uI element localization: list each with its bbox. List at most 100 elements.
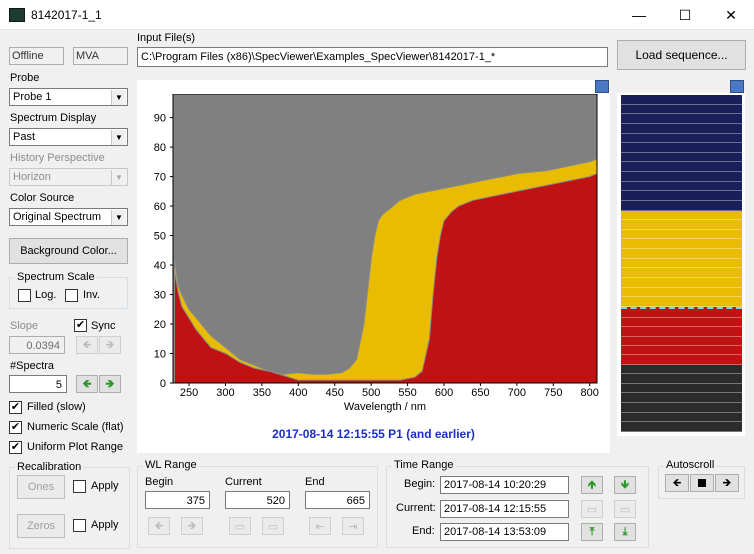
autoscroll-stop-button[interactable] [690, 474, 714, 492]
spectra-decrease-button[interactable]: 🡸 [76, 375, 98, 393]
wl-begin-label: Begin [145, 476, 174, 488]
sync-checkbox[interactable]: ✔ [74, 319, 87, 332]
x-tick-label: 550 [398, 387, 416, 399]
minimize-button[interactable]: — [616, 0, 662, 30]
history-line [621, 104, 742, 115]
history-line [621, 210, 742, 221]
x-tick-label: 400 [289, 387, 307, 399]
time-begin-down-button[interactable]: 🡻 [614, 476, 636, 494]
y-tick-label: 50 [154, 231, 166, 243]
x-tick-label: 300 [216, 387, 234, 399]
wl-current-field[interactable]: 520 [225, 491, 290, 509]
history-line [621, 393, 742, 404]
time-begin-label: Begin: [404, 478, 436, 490]
chevron-down-icon: ▼ [111, 130, 126, 145]
wl-end-label: End [305, 476, 325, 488]
x-tick-label: 650 [471, 387, 489, 399]
time-begin-field[interactable]: 2017-08-14 10:20:29 [440, 476, 569, 494]
background-color-button[interactable]: Background Color... [9, 238, 128, 264]
input-files-field[interactable]: C:\Program Files (x86)\SpecViewer\Exampl… [137, 47, 608, 67]
history-line [621, 95, 742, 105]
ones-apply-checkbox[interactable] [73, 480, 86, 493]
offline-status: Offline [9, 47, 64, 65]
spectra-count-field[interactable]: 5 [9, 375, 67, 393]
filled-checkbox[interactable]: ✔ [9, 401, 22, 414]
history-line [621, 422, 742, 432]
numeric-scale-checkbox[interactable]: ✔ [9, 421, 22, 434]
time-end-label: End: [412, 525, 435, 537]
wl-end-left-button: ⇤ [309, 517, 331, 535]
history-line [621, 229, 742, 240]
x-tick-label: 350 [253, 387, 271, 399]
wl-begin-field[interactable]: 375 [145, 491, 210, 509]
slope-field: 0.0394 [9, 336, 65, 354]
log-label: Log. [35, 289, 57, 301]
chevron-down-icon: ▼ [111, 210, 126, 225]
history-line [621, 306, 742, 319]
spectra-increase-button[interactable]: 🡺 [99, 375, 121, 393]
time-end-up-button[interactable]: ⤒ [581, 523, 603, 541]
history-line [621, 239, 742, 250]
time-end-field[interactable]: 2017-08-14 13:53:09 [440, 523, 569, 541]
y-tick-label: 30 [154, 290, 166, 302]
probe-label: Probe [10, 72, 40, 84]
load-sequence-button[interactable]: Load sequence... [617, 40, 746, 70]
chart-caption: 2017-08-14 12:15:55 P1 (and earlier) [272, 427, 475, 441]
history-export-icon[interactable] [730, 80, 744, 93]
y-tick-label: 70 [154, 172, 166, 184]
history-line [621, 346, 742, 356]
history-line [621, 277, 742, 288]
time-end-down-button[interactable]: ⤓ [614, 523, 636, 541]
spectrum-scale-title: Spectrum Scale [15, 271, 97, 283]
history-strip[interactable] [621, 95, 742, 432]
time-begin-up-button[interactable]: 🡹 [581, 476, 603, 494]
history-line [621, 200, 742, 211]
autoscroll-forward-button[interactable]: 🡺 [715, 474, 739, 492]
title-bar: 8142017-1_1 — ☐ ✕ [0, 0, 754, 30]
spectrum-display-value: Past [13, 131, 36, 143]
time-current-field[interactable]: 2017-08-14 12:15:55 [440, 500, 569, 518]
x-tick-label: 500 [362, 387, 380, 399]
uniform-range-label: Uniform Plot Range [27, 441, 123, 453]
history-line [621, 318, 742, 328]
uniform-range-checkbox[interactable]: ✔ [9, 441, 22, 454]
history-line [621, 191, 742, 201]
probe-select[interactable]: Probe 1 ▼ [9, 88, 128, 106]
history-line [621, 258, 742, 269]
history-line [621, 336, 742, 346]
zeros-apply-checkbox[interactable] [73, 519, 86, 532]
wl-current-left-button: ▭ [229, 517, 251, 535]
y-tick-label: 10 [154, 349, 166, 361]
y-tick-label: 60 [154, 201, 166, 213]
x-axis-label: Wavelength / nm [344, 401, 426, 413]
history-line [621, 123, 742, 134]
history-line [621, 162, 742, 172]
wl-current-right-button: ▭ [262, 517, 284, 535]
wl-begin-left-button: 🡸 [148, 517, 170, 535]
x-tick-label: 250 [180, 387, 198, 399]
y-tick-label: 80 [154, 142, 166, 154]
color-source-select[interactable]: Original Spectrum ▼ [9, 208, 128, 226]
wl-end-field[interactable]: 665 [305, 491, 370, 509]
autoscroll-back-button[interactable]: 🡸 [665, 474, 689, 492]
chevron-down-icon: ▼ [111, 90, 126, 105]
wl-end-right-button: ⇥ [342, 517, 364, 535]
x-tick-label: 450 [326, 387, 344, 399]
close-button[interactable]: ✕ [708, 0, 754, 30]
maximize-button[interactable]: ☐ [662, 0, 708, 30]
wl-range-title: WL Range [143, 459, 199, 471]
history-band [621, 364, 742, 432]
export-icon[interactable] [595, 80, 609, 93]
input-files-label: Input File(s) [137, 32, 196, 44]
inv-checkbox[interactable] [65, 289, 78, 302]
spectrum-chart[interactable]: 250 300 350 400 450 500 550 600 650 700 750 800 0 10 2… [137, 94, 610, 434]
spectrum-display-select[interactable]: Past ▼ [9, 128, 128, 146]
history-band [621, 306, 742, 365]
history-line [621, 374, 742, 384]
history-band [621, 95, 742, 211]
history-line [621, 220, 742, 230]
history-perspective-select: Horizon ▼ [9, 168, 128, 186]
log-checkbox[interactable] [18, 289, 31, 302]
history-line [621, 403, 742, 413]
history-line [621, 287, 742, 298]
